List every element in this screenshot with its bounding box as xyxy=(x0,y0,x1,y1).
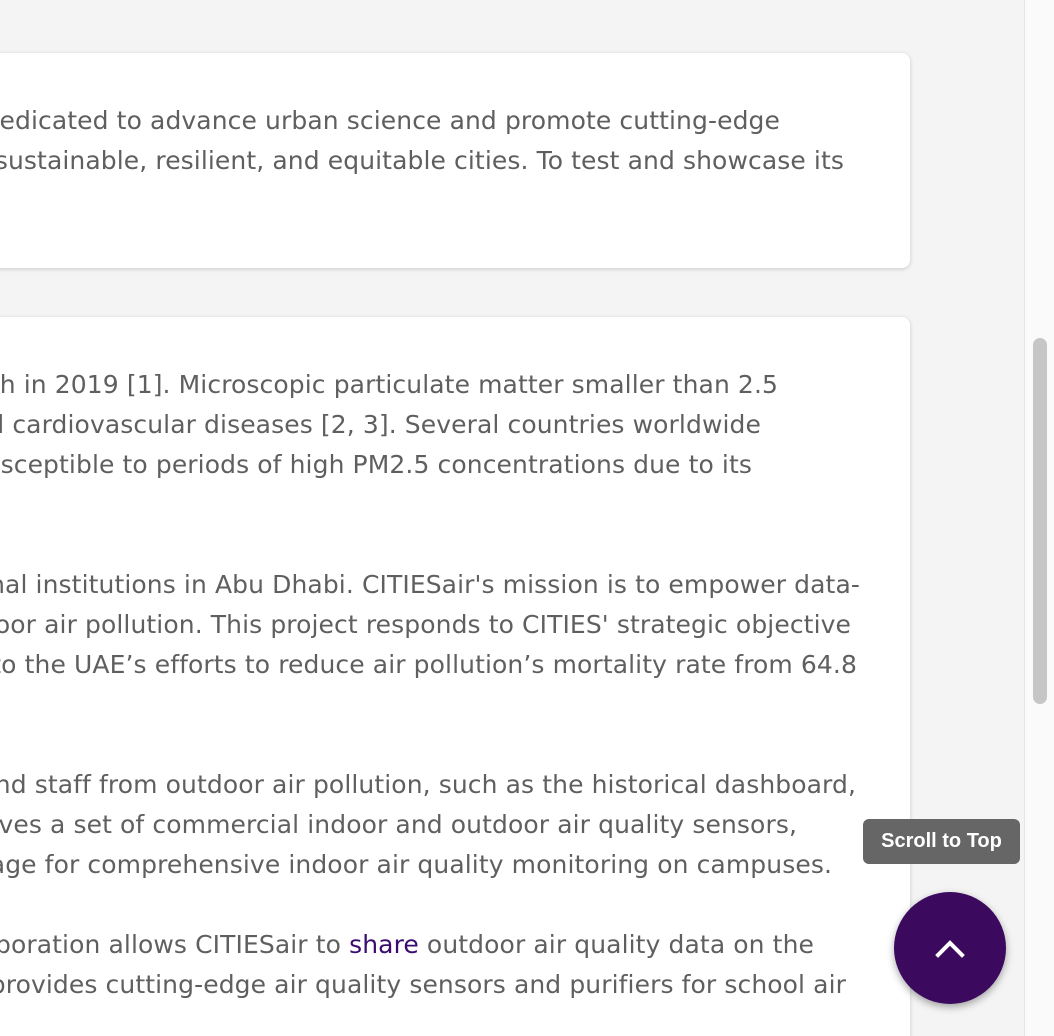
paragraph-2-line-1: CITIESair is a collaborative project bet… xyxy=(0,570,860,599)
about-card: Air pollution was associated with approx… xyxy=(0,317,910,1036)
paragraph-1-line-1: Air pollution was associated with approx… xyxy=(0,370,778,399)
paragraph-1-line-2: microns in diameter (PM2.5) can penetrat… xyxy=(0,410,761,439)
vertical-scrollbar[interactable] xyxy=(1024,0,1054,1036)
intro-card: Abu Dhabi is home to NYU Abu Dhabi's Cen… xyxy=(0,53,910,268)
scroll-to-top-button[interactable] xyxy=(894,892,1006,1004)
paragraph-3-line-2: real-time air quality screens, and autom… xyxy=(0,810,797,839)
paragraph-4-text-after-link: outdoor air quality data on the xyxy=(418,930,814,959)
paragraph-3-line-1: CITIESair provides a suite of tools that… xyxy=(0,770,856,799)
scroll-to-top-tooltip: Scroll to Top xyxy=(863,819,1020,864)
page-viewport: Abu Dhabi is home to NYU Abu Dhabi's Cen… xyxy=(0,0,1024,1036)
intro-line-2: research for urban planners and policyma… xyxy=(0,146,844,175)
paragraph-4-line-1: CITIESair partners with IQAir, the world… xyxy=(0,925,814,965)
chevron-up-icon xyxy=(935,940,965,958)
paragraph-4-text-before-link: CITIESair partners with IQAir, the world… xyxy=(0,930,342,959)
paragraph-4-line-2: IQAir platform, contributing to a global… xyxy=(0,970,846,999)
share-link[interactable]: share xyxy=(349,930,419,959)
intro-line-1: Abu Dhabi is home to NYU Abu Dhabi's Cen… xyxy=(0,106,780,135)
paragraph-2-line-3: of promoting healthy, sustainable and re… xyxy=(0,650,857,679)
paragraph-2-line-2: driven decision-making at participating … xyxy=(0,610,851,639)
paragraph-3-line-3: and CITIESair is exploring the integrati… xyxy=(0,850,832,879)
scrollbar-thumb[interactable] xyxy=(1033,338,1047,704)
paragraph-1-line-3: experience dangerous levels of PM2.5, an… xyxy=(0,450,752,479)
